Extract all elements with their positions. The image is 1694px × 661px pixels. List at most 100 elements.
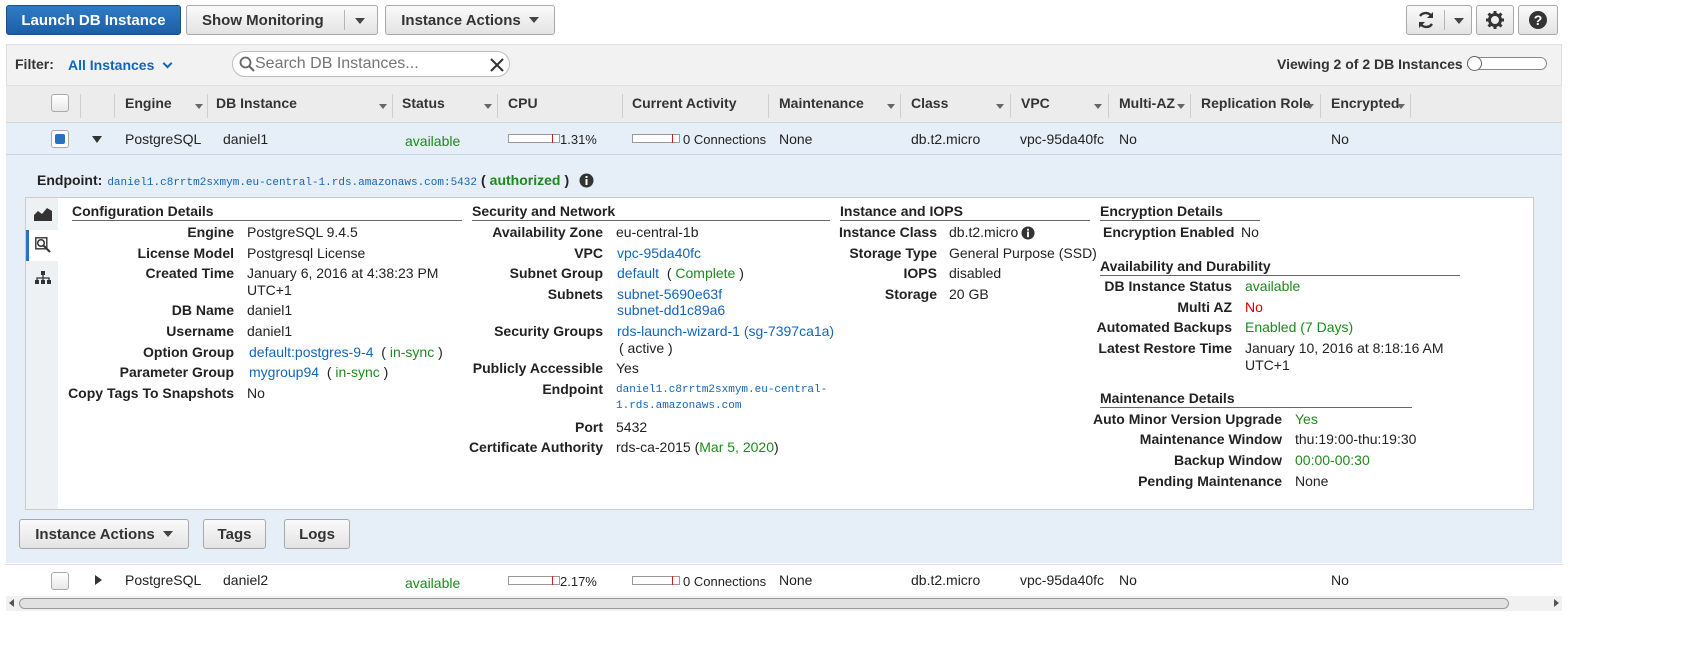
column-encrypted[interactable]: Encrypted: [1331, 95, 1399, 111]
tab-details[interactable]: [26, 230, 59, 261]
security-subnets-label: Subnets: [547, 286, 603, 302]
search-box[interactable]: [232, 51, 510, 77]
availability-status: available: [1245, 278, 1301, 294]
close-icon[interactable]: [490, 58, 504, 72]
detail-instance-actions-button[interactable]: Instance Actions: [19, 519, 189, 549]
security-az-label: Availability Zone: [492, 224, 603, 240]
security-endpoint-2[interactable]: 1.rds.amazonaws.com: [616, 398, 741, 415]
columns-slider[interactable]: [1467, 56, 1547, 71]
row-checkbox[interactable]: [51, 572, 69, 590]
sort-icon[interactable]: [484, 104, 492, 109]
cpu-bar: [508, 134, 560, 143]
sort-icon[interactable]: [195, 104, 203, 109]
column-status[interactable]: Status: [402, 95, 445, 111]
sort-icon[interactable]: [996, 104, 1004, 109]
row-engine: PostgreSQL: [125, 572, 202, 588]
parameter-group-status: in-sync: [335, 364, 380, 380]
config-username-label: Username: [166, 323, 234, 339]
row-db-instance: daniel2: [223, 572, 269, 588]
row-encrypted: No: [1331, 572, 1349, 588]
iops-storage-type-label: Storage Type: [849, 245, 937, 261]
tab-monitoring[interactable]: [26, 198, 58, 229]
launch-db-instance-button[interactable]: Launch DB Instance: [6, 5, 181, 35]
security-vpc-label: VPC: [574, 245, 603, 261]
sort-icon[interactable]: [887, 104, 895, 109]
divider: [1444, 10, 1445, 30]
search-icon: [239, 56, 255, 72]
subnet-group-link[interactable]: default: [617, 265, 659, 281]
parameter-group-link[interactable]: mygroup94: [249, 364, 319, 380]
chevron-down-icon[interactable]: [355, 18, 365, 24]
logs-button[interactable]: Logs: [284, 519, 350, 549]
sort-icon[interactable]: [1094, 104, 1102, 109]
security-group-link[interactable]: rds-launch-wizard-1 (sg-7397ca1a): [617, 323, 834, 340]
security-subnetg-label: Subnet Group: [509, 265, 603, 281]
chevron-down-icon: [162, 58, 173, 68]
show-monitoring-button[interactable]: Show Monitoring: [186, 5, 378, 35]
iops-storage: 20 GB: [949, 286, 989, 302]
horizontal-scrollbar[interactable]: [6, 596, 1562, 611]
availability-backups: Enabled (7 Days): [1245, 319, 1354, 335]
sort-icon[interactable]: [379, 104, 387, 109]
filter-dropdown[interactable]: All Instances: [68, 57, 173, 73]
config-option-label: Option Group: [143, 344, 234, 360]
maintenance-backup: 00:00-00:30: [1295, 452, 1370, 468]
row-multi-az: No: [1119, 572, 1137, 588]
config-copy-label: Copy Tags To Snapshots: [68, 385, 234, 401]
sort-icon[interactable]: [1177, 104, 1185, 109]
chevron-down-icon[interactable]: [1454, 18, 1464, 24]
expand-collapse-icon[interactable]: [95, 575, 102, 585]
info-icon[interactable]: [579, 173, 594, 188]
option-group-link[interactable]: default:postgres-9-4: [249, 344, 374, 360]
settings-button[interactable]: [1476, 5, 1514, 35]
paren-close: ): [434, 344, 443, 360]
security-ca-line: rds-ca-2015 (Mar 5, 2020): [616, 439, 779, 456]
security-public-label: Publicly Accessible: [472, 360, 603, 376]
subnet-link-2[interactable]: subnet-dd1c89a6: [617, 302, 725, 319]
iops-title: Instance and IOPS: [840, 203, 1090, 221]
filter-label: Filter:: [15, 56, 54, 72]
divider: [1410, 94, 1411, 118]
refresh-button[interactable]: [1406, 5, 1472, 35]
column-vpc[interactable]: VPC: [1021, 95, 1050, 111]
row-multi-az: No: [1119, 131, 1137, 147]
column-cpu[interactable]: CPU: [508, 95, 538, 111]
security-endpoint-1[interactable]: daniel1.c8rrtm2sxmym.eu-central-: [616, 382, 827, 399]
endpoint-value[interactable]: daniel1.c8rrtm2sxmym.eu-central-1.rds.am…: [107, 177, 477, 189]
ca-date: Mar 5, 2020: [699, 439, 774, 455]
search-input[interactable]: [255, 54, 480, 74]
scrollbar-thumb[interactable]: [19, 598, 1509, 609]
row-encrypted: No: [1331, 131, 1349, 147]
security-vpc-link[interactable]: vpc-95da40fc: [617, 245, 701, 262]
instance-actions-button[interactable]: Instance Actions: [385, 5, 555, 35]
divider: [1190, 94, 1191, 118]
security-ca-label: Certificate Authority: [468, 439, 603, 455]
encryption-title: Encryption Details: [1100, 203, 1260, 221]
sort-icon[interactable]: [1306, 104, 1314, 109]
column-multi-az[interactable]: Multi-AZ: [1119, 95, 1175, 111]
scroll-left-icon[interactable]: [9, 599, 14, 607]
select-all-checkbox[interactable]: [51, 94, 69, 112]
column-maintenance[interactable]: Maintenance: [779, 95, 864, 111]
config-username: daniel1: [247, 323, 293, 339]
maintenance-pending-label: Pending Maintenance: [1138, 473, 1282, 489]
sort-icon[interactable]: [1397, 104, 1405, 109]
help-button[interactable]: ?: [1518, 5, 1558, 35]
iops-class-line: db.t2.micro: [949, 224, 1035, 241]
tab-hierarchy[interactable]: [26, 262, 58, 293]
subnet-link-1[interactable]: subnet-5690e63f: [617, 286, 722, 303]
scroll-right-icon[interactable]: [1554, 599, 1559, 607]
column-db-instance[interactable]: DB Instance: [216, 95, 297, 111]
column-current-activity[interactable]: Current Activity: [632, 95, 737, 111]
tags-button[interactable]: Tags: [203, 519, 266, 549]
info-icon[interactable]: [1021, 225, 1035, 240]
slider-handle[interactable]: [1467, 56, 1482, 71]
column-class[interactable]: Class: [911, 95, 948, 111]
iops-storage-type: General Purpose (SSD): [949, 245, 1097, 261]
activity-tick: [672, 134, 673, 143]
row-checkbox[interactable]: [51, 130, 69, 148]
column-replication-role[interactable]: Replication Role: [1201, 95, 1311, 111]
availability-restore-label: Latest Restore Time: [1098, 340, 1232, 356]
expand-collapse-icon[interactable]: [92, 136, 102, 143]
column-engine[interactable]: Engine: [125, 95, 172, 111]
